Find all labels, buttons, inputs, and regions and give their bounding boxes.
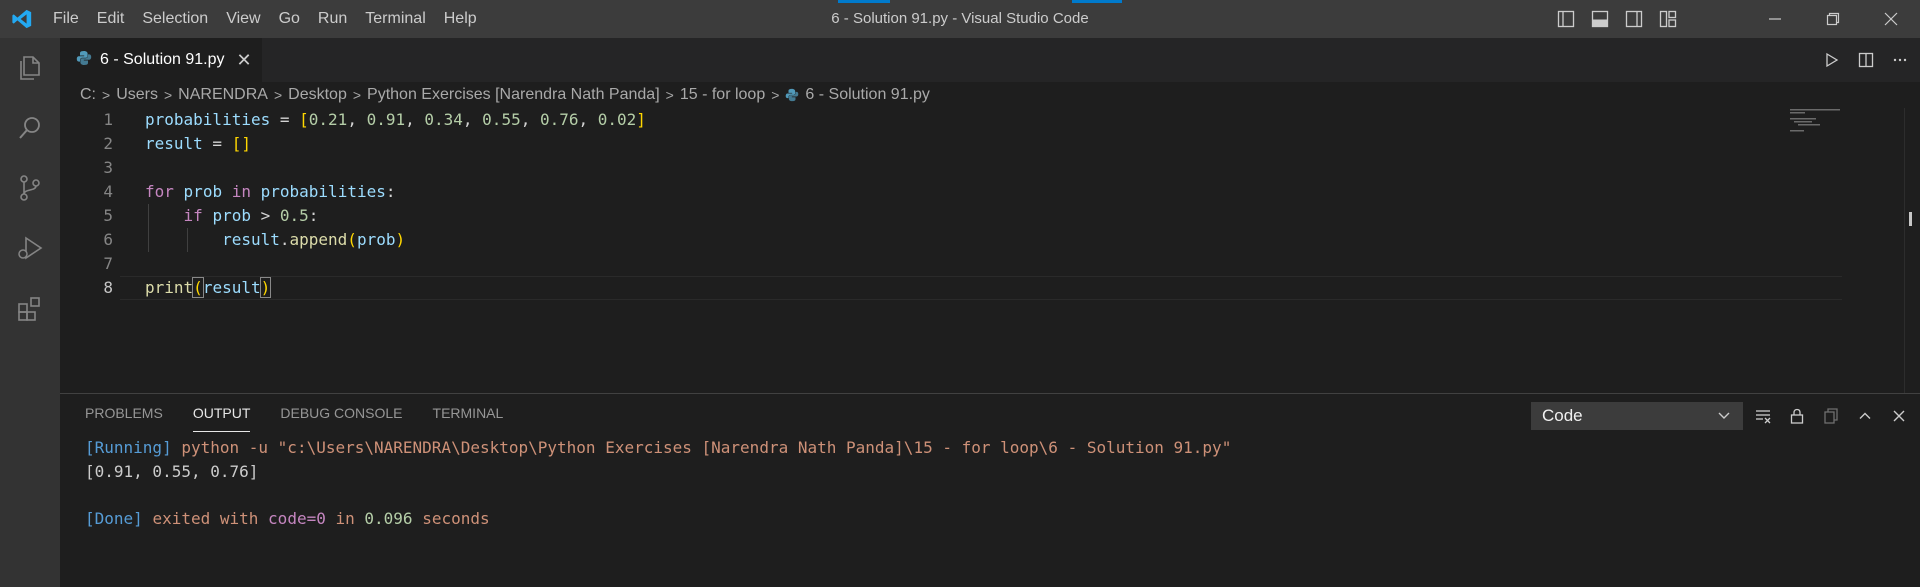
menu-edit[interactable]: Edit bbox=[88, 0, 134, 38]
chevron-right-icon: > bbox=[665, 87, 674, 103]
run-icon[interactable] bbox=[1822, 50, 1842, 70]
title-accent-bar bbox=[838, 0, 890, 3]
line-number: 4 bbox=[103, 182, 113, 201]
customize-layout-icon[interactable] bbox=[1656, 7, 1680, 31]
chevron-right-icon: > bbox=[273, 87, 283, 103]
current-line-highlight bbox=[120, 276, 1842, 300]
code-text: result.append(prob) bbox=[222, 230, 406, 249]
breadcrumb-item[interactable]: C: bbox=[80, 86, 96, 104]
breadcrumb-item[interactable]: Desktop bbox=[288, 86, 347, 104]
editor-scrollbar[interactable] bbox=[1904, 108, 1920, 393]
code-text: for prob in probabilities: bbox=[145, 182, 396, 201]
bottom-panel: PROBLEMS OUTPUT DEBUG CONSOLE TERMINAL C… bbox=[60, 393, 1920, 587]
tab-problems[interactable]: PROBLEMS bbox=[85, 394, 163, 432]
search-icon[interactable] bbox=[0, 98, 60, 158]
code-text: print(result) bbox=[145, 277, 272, 298]
restore-icon[interactable] bbox=[1804, 0, 1862, 38]
menu-run[interactable]: Run bbox=[309, 0, 356, 38]
breadcrumb: C: > Users > NARENDRA > Desktop > Python… bbox=[80, 82, 930, 108]
code-line: 2 result = [] bbox=[60, 132, 1860, 156]
title-bar: File Edit Selection View Go Run Terminal… bbox=[0, 0, 1920, 38]
line-number: 2 bbox=[103, 134, 113, 153]
code-line: 5 if prob > 0.5: bbox=[60, 204, 1860, 228]
close-window-icon[interactable] bbox=[1862, 0, 1920, 38]
toggle-primary-sidebar-icon[interactable] bbox=[1554, 7, 1578, 31]
python-file-icon bbox=[76, 50, 92, 71]
minimap[interactable] bbox=[1790, 108, 1850, 148]
line-number: 8 bbox=[103, 278, 113, 297]
breadcrumb-item[interactable]: 6 - Solution 91.py bbox=[805, 86, 930, 104]
lock-scroll-icon[interactable] bbox=[1787, 406, 1807, 426]
chevron-right-icon: > bbox=[352, 87, 362, 103]
activity-bar bbox=[0, 38, 60, 587]
panel-tabs: PROBLEMS OUTPUT DEBUG CONSOLE TERMINAL bbox=[85, 394, 533, 432]
minimize-icon[interactable] bbox=[1746, 0, 1804, 38]
code-text: probabilities = [0.21, 0.91, 0.34, 0.55,… bbox=[145, 110, 646, 129]
tab-output[interactable]: OUTPUT bbox=[192, 394, 251, 432]
code-line: 7 bbox=[60, 252, 1860, 276]
python-file-icon bbox=[785, 88, 799, 102]
breadcrumb-item[interactable]: 15 - for loop bbox=[680, 86, 765, 104]
code-text: if prob > 0.5: bbox=[183, 206, 319, 225]
editor-tab-bar: 6 - Solution 91.py ✕ bbox=[60, 38, 1920, 82]
line-number: 1 bbox=[103, 110, 113, 129]
chevron-right-icon: > bbox=[102, 87, 111, 103]
menu-terminal[interactable]: Terminal bbox=[356, 0, 434, 38]
breadcrumb-item[interactable]: Python Exercises [Narendra Nath Panda] bbox=[367, 86, 660, 104]
menu-go[interactable]: Go bbox=[270, 0, 309, 38]
split-editor-icon[interactable] bbox=[1856, 50, 1876, 70]
output-line: [Done] exited with code=0 in 0.096 secon… bbox=[85, 508, 490, 528]
output-line: [0.91, 0.55, 0.76] bbox=[85, 461, 259, 481]
breadcrumb-item[interactable]: NARENDRA bbox=[178, 86, 268, 104]
menu-bar: File Edit Selection View Go Run Terminal… bbox=[44, 0, 486, 38]
code-line: 1 probabilities = [0.21, 0.91, 0.34, 0.5… bbox=[60, 108, 1860, 132]
panel-actions bbox=[1753, 402, 1909, 430]
clear-output-icon[interactable] bbox=[1753, 406, 1773, 426]
editor-actions bbox=[1822, 38, 1910, 82]
editor-tab[interactable]: 6 - Solution 91.py ✕ bbox=[60, 38, 262, 82]
output-line: [Running] python -u "c:\Users\NARENDRA\D… bbox=[85, 438, 1232, 457]
code-line: 3 bbox=[60, 156, 1860, 180]
close-tab-icon[interactable]: ✕ bbox=[237, 50, 252, 71]
line-number: 5 bbox=[103, 206, 113, 225]
line-number: 7 bbox=[103, 254, 113, 273]
line-number: 3 bbox=[103, 158, 113, 177]
explorer-icon[interactable] bbox=[0, 38, 60, 98]
breadcrumb-item[interactable]: Users bbox=[116, 86, 158, 104]
more-actions-icon[interactable] bbox=[1890, 50, 1910, 70]
menu-selection[interactable]: Selection bbox=[133, 0, 217, 38]
source-control-icon[interactable] bbox=[0, 158, 60, 218]
line-number: 6 bbox=[103, 230, 113, 249]
editor-tab-label: 6 - Solution 91.py bbox=[100, 51, 225, 68]
toggle-panel-icon[interactable] bbox=[1588, 7, 1612, 31]
layout-controls bbox=[1554, 0, 1680, 38]
menu-view[interactable]: View bbox=[217, 0, 269, 38]
code-line-current: 8 print(result) bbox=[60, 276, 1860, 300]
title-accent-bar bbox=[1072, 0, 1122, 3]
tab-terminal[interactable]: TERMINAL bbox=[433, 394, 504, 432]
output-view[interactable]: [Running] python -u "c:\Users\NARENDRA\D… bbox=[85, 436, 1231, 530]
tab-debug-console[interactable]: DEBUG CONSOLE bbox=[280, 394, 402, 432]
chevron-right-icon: > bbox=[163, 87, 173, 103]
extensions-icon[interactable] bbox=[0, 278, 60, 338]
output-channel-value: Code bbox=[1542, 406, 1583, 425]
scrollbar-cursor-marker bbox=[1909, 212, 1919, 226]
chevron-down-icon bbox=[1716, 407, 1732, 428]
open-log-file-icon[interactable] bbox=[1821, 406, 1841, 426]
maximize-panel-icon[interactable] bbox=[1855, 406, 1875, 426]
window-controls bbox=[1746, 0, 1920, 38]
menu-file[interactable]: File bbox=[44, 0, 88, 38]
vscode-logo-icon bbox=[0, 0, 44, 38]
menu-help[interactable]: Help bbox=[435, 0, 486, 38]
run-debug-icon[interactable] bbox=[0, 218, 60, 278]
code-line: 6 result.append(prob) bbox=[60, 228, 1860, 252]
code-text: result = [] bbox=[145, 134, 251, 153]
output-channel-select[interactable]: Code bbox=[1531, 402, 1743, 430]
code-line: 4 for prob in probabilities: bbox=[60, 180, 1860, 204]
chevron-right-icon: > bbox=[771, 87, 780, 103]
close-panel-icon[interactable] bbox=[1889, 406, 1909, 426]
code-editor[interactable]: 1 probabilities = [0.21, 0.91, 0.34, 0.5… bbox=[60, 108, 1920, 393]
toggle-secondary-sidebar-icon[interactable] bbox=[1622, 7, 1646, 31]
